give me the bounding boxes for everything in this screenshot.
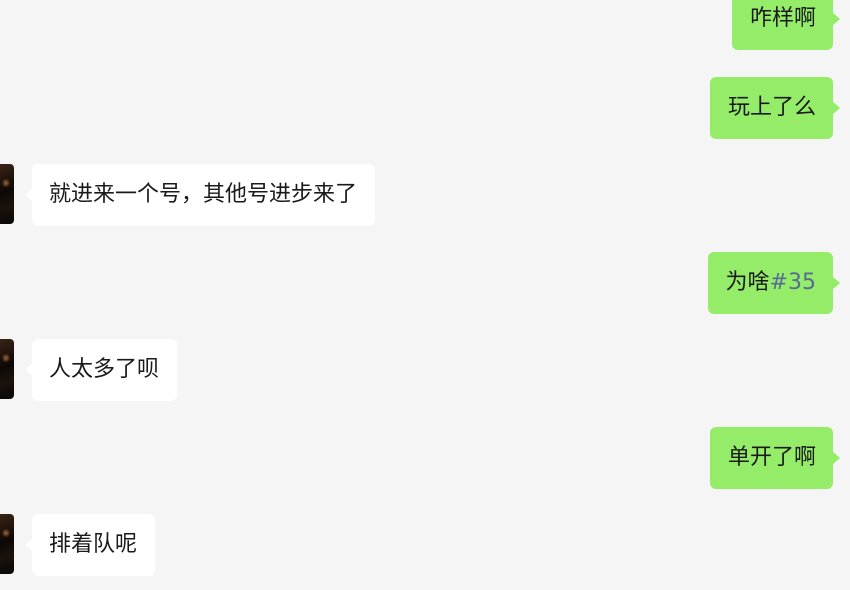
message-outgoing: 为啥#35 (0, 252, 850, 314)
message-bubble[interactable]: 排着队呢 (24, 514, 156, 576)
chat-message-area[interactable]: 咋样啊 玩上了么 就进来一个号，其他号进步来了 为啥#35 人太多了呗 单开了啊 (0, 0, 850, 590)
message-text: 玩上了么 (727, 95, 816, 120)
message-text: 排着队呢 (49, 532, 138, 557)
message-text: 咋样啊 (749, 6, 816, 31)
message-text: 人太多了呗 (49, 357, 160, 382)
message-bubble[interactable]: 玩上了么 (709, 77, 841, 139)
message-bubble[interactable]: 单开了啊 (709, 427, 841, 489)
message-text: 就进来一个号，其他号进步来了 (49, 182, 358, 207)
message-link[interactable]: #35 (770, 270, 816, 295)
message-incoming: 人太多了呗 (0, 339, 850, 401)
message-bubble[interactable]: 咋样啊 (731, 0, 841, 50)
message-text: 单开了啊 (727, 445, 816, 470)
message-outgoing: 咋样啊 (0, 0, 850, 50)
message-incoming: 排着队呢 (0, 514, 850, 576)
message-outgoing: 玩上了么 (0, 77, 850, 139)
message-bubble[interactable]: 为啥#35 (707, 252, 841, 314)
message-bubble[interactable]: 人太多了呗 (24, 339, 178, 401)
message-text: 为啥 (725, 270, 770, 295)
message-bubble[interactable]: 就进来一个号，其他号进步来了 (24, 164, 376, 226)
message-incoming: 就进来一个号，其他号进步来了 (0, 164, 850, 226)
message-outgoing: 单开了啊 (0, 427, 850, 489)
